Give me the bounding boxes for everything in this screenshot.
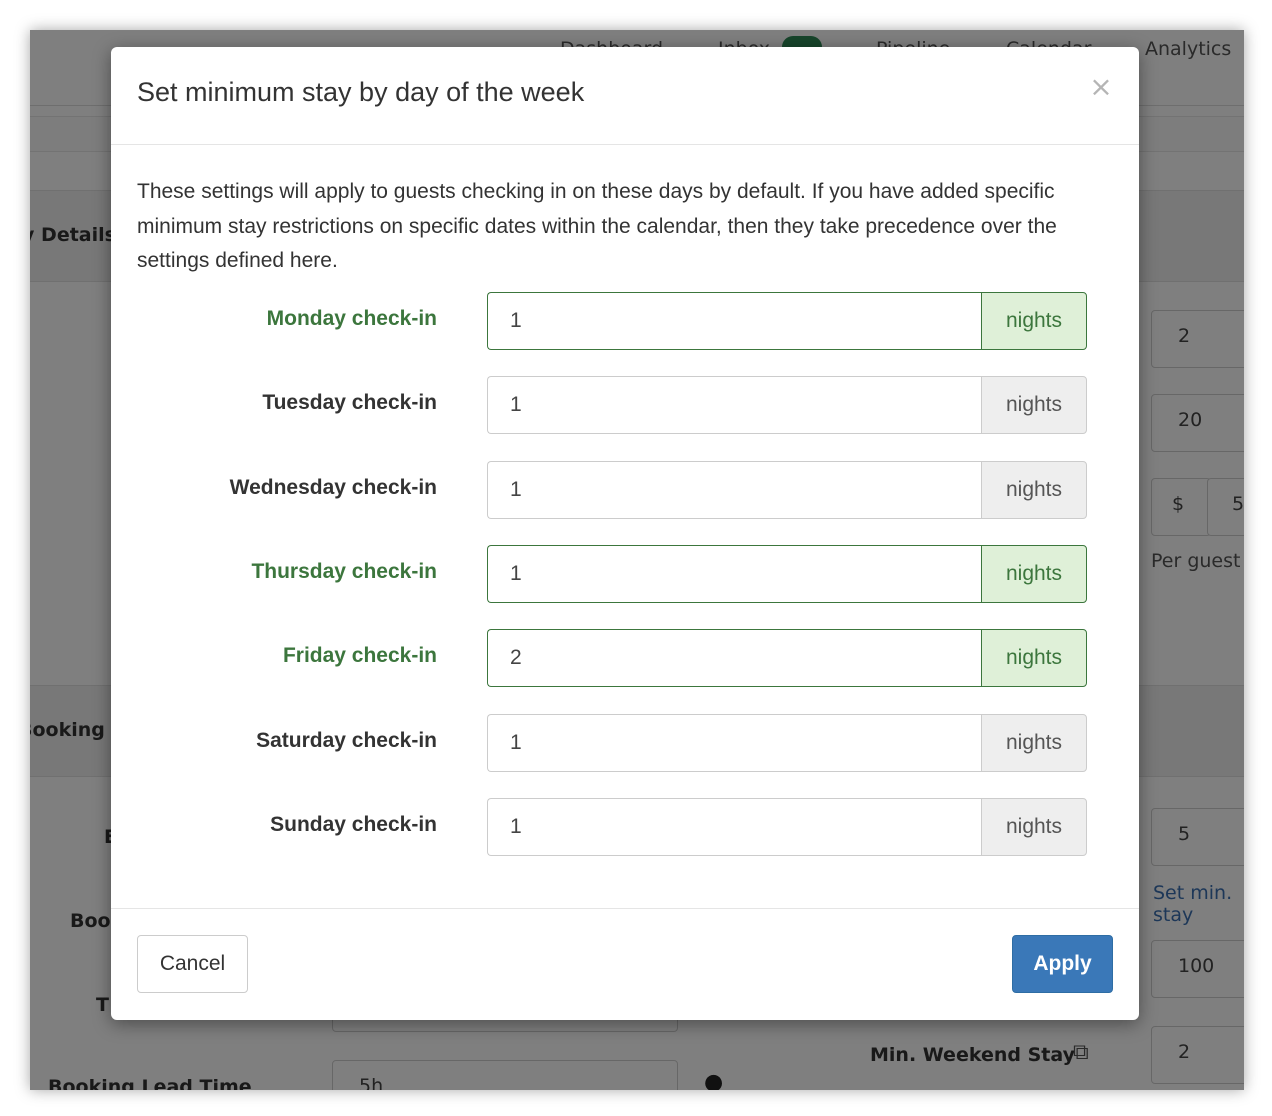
row-wednesday: Wednesday check-in nights <box>111 460 1139 519</box>
thursday-input-group: nights <box>487 544 1087 603</box>
modal-description: These settings will apply to guests chec… <box>137 180 1057 272</box>
modal-header: Set minimum stay by day of the week × <box>111 47 1139 145</box>
friday-nights-input[interactable] <box>487 629 981 688</box>
sunday-nights-input[interactable] <box>487 797 981 856</box>
row-thursday: Thursday check-in nights <box>111 544 1139 603</box>
nights-addon: nights <box>981 797 1087 856</box>
row-sunday: Sunday check-in nights <box>111 797 1139 856</box>
close-icon[interactable]: × <box>1087 71 1115 103</box>
cancel-button[interactable]: Cancel <box>137 935 248 993</box>
screenshot-frame: Dashboard Inbox Pipeline Calendar Analyt… <box>30 30 1244 1090</box>
row-saturday: Saturday check-in nights <box>111 713 1139 772</box>
nights-addon: nights <box>981 460 1087 519</box>
row-friday: Friday check-in nights <box>111 629 1139 688</box>
row-tuesday: Tuesday check-in nights <box>111 376 1139 435</box>
tuesday-label: Tuesday check-in <box>262 391 437 415</box>
sunday-input-group: nights <box>487 797 1087 856</box>
min-stay-modal: Set minimum stay by day of the week × Th… <box>111 47 1139 1020</box>
friday-input-group: nights <box>487 629 1087 688</box>
wednesday-label: Wednesday check-in <box>229 475 437 499</box>
modal-footer: Cancel Apply <box>111 908 1139 1020</box>
tuesday-nights-input[interactable] <box>487 376 981 435</box>
friday-label: Friday check-in <box>282 644 437 668</box>
monday-nights-input[interactable] <box>487 292 981 350</box>
apply-button[interactable]: Apply <box>1012 935 1113 993</box>
monday-input-group: nights <box>487 292 1087 350</box>
saturday-label: Saturday check-in <box>256 728 437 752</box>
nights-addon: nights <box>981 544 1087 603</box>
nights-addon: nights <box>981 376 1087 435</box>
wednesday-nights-input[interactable] <box>487 460 981 519</box>
nights-addon: nights <box>981 713 1087 772</box>
nights-addon: nights <box>981 629 1087 688</box>
modal-title: Set minimum stay by day of the week <box>137 77 585 107</box>
sunday-label: Sunday check-in <box>270 812 437 836</box>
saturday-nights-input[interactable] <box>487 713 981 772</box>
thursday-nights-input[interactable] <box>487 544 981 603</box>
monday-label: Monday check-in <box>266 307 437 330</box>
nights-addon: nights <box>981 292 1087 350</box>
thursday-label: Thursday check-in <box>251 559 437 583</box>
wednesday-input-group: nights <box>487 460 1087 519</box>
saturday-input-group: nights <box>487 713 1087 772</box>
tuesday-input-group: nights <box>487 376 1087 435</box>
row-monday: Monday check-in nights <box>111 292 1139 350</box>
